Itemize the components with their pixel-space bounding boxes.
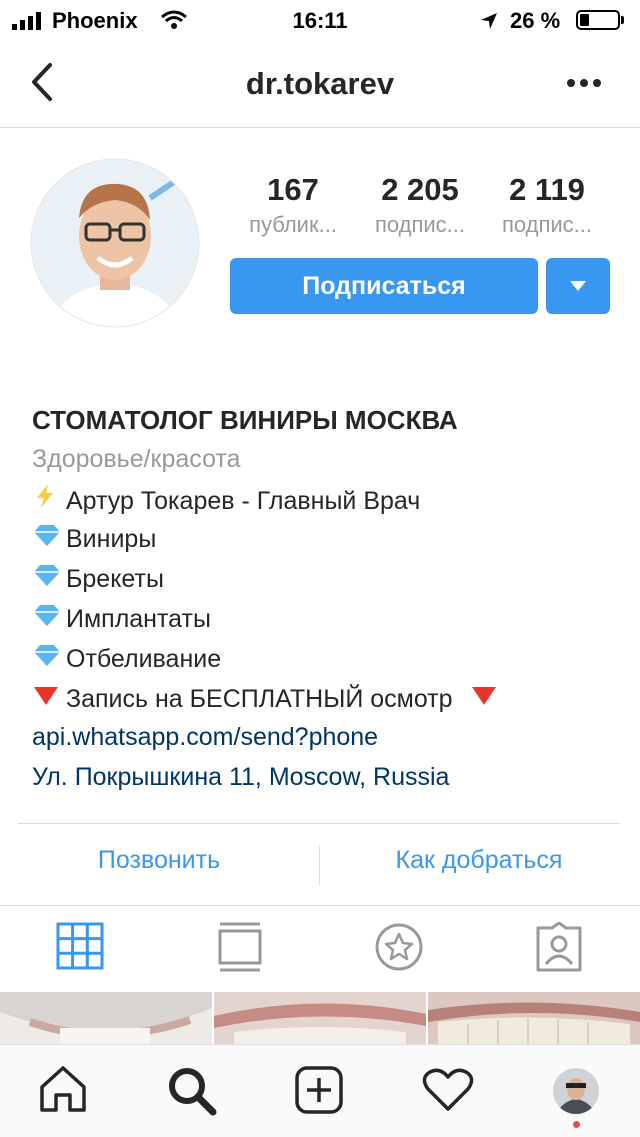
bio-line: Имплантаты [32, 603, 211, 634]
stat-label: публик... [249, 212, 337, 237]
profile-full-name: СТОМАТОЛОГ ВИНИРЫ МОСКВА [32, 405, 458, 435]
bio-line: Брекеты [32, 563, 164, 594]
home-icon[interactable] [38, 1065, 88, 1113]
bio-line: Отбеливание [32, 643, 221, 674]
tagged-icon[interactable] [534, 922, 584, 972]
address-link[interactable]: Ул. Покрышкина 11, Moscow, Russia [32, 763, 449, 792]
gem-icon [32, 603, 66, 634]
gem-icon [32, 563, 66, 594]
bottom-tab-bar [0, 1044, 640, 1137]
gem-icon [32, 523, 66, 554]
location-arrow-icon [481, 13, 497, 29]
grid-icon[interactable] [56, 922, 104, 970]
stat-label: подпис... [374, 212, 466, 237]
heart-icon[interactable] [422, 1067, 474, 1113]
battery-percent: 26 % [510, 8, 561, 33]
stat-label: подпис... [501, 212, 593, 237]
feed-icon[interactable] [218, 922, 262, 972]
stat-value: 2 205 [381, 172, 459, 207]
profile-username: dr.tokarev [245, 66, 395, 101]
lightning-icon [32, 483, 66, 516]
gem-icon [32, 643, 66, 674]
post-thumbnail[interactable] [428, 992, 640, 1044]
avatar[interactable] [30, 158, 200, 328]
red-triangle-icon [32, 683, 66, 714]
bio-line: Артур Токарев - Главный Врач [32, 483, 420, 516]
notification-dot [573, 1121, 580, 1128]
divider [18, 823, 620, 824]
red-triangle-icon [470, 683, 498, 714]
battery-icon [576, 10, 620, 30]
directions-button[interactable]: Как добраться [320, 846, 638, 875]
battery-cap [621, 16, 624, 24]
bio-line: Запись на БЕСПЛАТНЫЙ осмотр [32, 683, 498, 714]
caret-down-icon [570, 281, 586, 291]
call-button[interactable]: Позвонить [18, 846, 300, 875]
search-icon[interactable] [166, 1065, 218, 1117]
stat-value: 167 [267, 172, 319, 207]
post-thumbnail[interactable] [214, 992, 426, 1044]
status-bar: Phoenix 16:11 26 % [0, 0, 640, 40]
profile-category: Здоровье/красота [32, 445, 241, 473]
nav-divider [0, 127, 640, 128]
saved-icon[interactable] [374, 922, 424, 972]
profile-avatar[interactable] [552, 1067, 600, 1115]
suggestions-dropdown-button[interactable] [546, 258, 610, 314]
more-options-icon[interactable] [566, 78, 602, 88]
post-thumbnail[interactable] [0, 992, 212, 1044]
follow-button[interactable]: Подписаться [230, 258, 538, 314]
divider [0, 905, 640, 906]
stat-value: 2 119 [509, 172, 585, 207]
add-icon[interactable] [294, 1065, 344, 1115]
website-link[interactable]: api.whatsapp.com/send?phone [32, 723, 378, 752]
bio-line: Виниры [32, 523, 156, 554]
